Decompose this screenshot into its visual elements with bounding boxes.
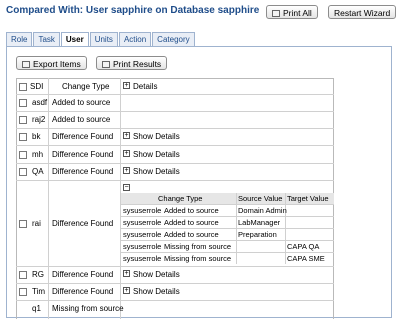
tab-category[interactable]: Category (152, 32, 195, 46)
subtable-cell-change: Added to source (164, 230, 219, 239)
subtable-header-change-type: Change Type (158, 194, 203, 203)
expand-icon[interactable]: + (123, 270, 130, 277)
subtable-cell-name: sysuserrole (123, 218, 162, 227)
subtable-cell-change: Missing from source (164, 242, 232, 251)
subtable-cell-source: LabManager (238, 218, 281, 227)
row-change-type: Difference Found (52, 270, 114, 279)
expand-all-icon[interactable]: + (123, 82, 130, 89)
print-all-button[interactable]: Print All (266, 5, 318, 19)
subtable-cell-source: Domain Admin (238, 206, 287, 215)
subtable-row-divider (121, 240, 334, 241)
subtable-header-target-value: Target Value (287, 194, 329, 203)
row-sdi: QA (32, 167, 44, 176)
printer-icon (272, 10, 280, 17)
collapse-icon[interactable]: − (123, 184, 130, 191)
subtable-cell-change: Added to source (164, 218, 219, 227)
expand-icon[interactable]: + (123, 167, 130, 174)
row-change-type: Difference Found (52, 132, 114, 141)
column-header-details: Details (133, 82, 158, 91)
subtable-row-divider (121, 252, 334, 253)
select-all-checkbox[interactable] (19, 83, 27, 91)
row-checkbox[interactable] (19, 271, 27, 279)
row-divider (16, 145, 334, 146)
row-divider (16, 111, 334, 112)
row-change-type: Difference Found (52, 287, 114, 296)
row-checkbox[interactable] (19, 133, 27, 141)
column-header-change-type: Change Type (62, 82, 110, 91)
row-checkbox[interactable] (19, 99, 27, 107)
export-items-button[interactable]: Export Items (16, 56, 87, 70)
row-sdi: asdf (32, 98, 48, 107)
subtable-cell-name: sysuserrole (123, 230, 162, 239)
row-sdi: q1 (32, 304, 41, 313)
tab-task[interactable]: Task (33, 32, 60, 46)
page-title: Compared With: User sapphire on Database… (6, 5, 260, 16)
subtable-cell-target: CAPA SME (287, 254, 325, 263)
row-change-type: Difference Found (52, 150, 114, 159)
row-change-type: Added to source (52, 98, 111, 107)
subtable-cell-change: Added to source (164, 206, 219, 215)
row-divider (16, 300, 334, 301)
tab-role[interactable]: Role (6, 32, 33, 46)
row-checkbox[interactable] (19, 116, 27, 124)
subtable-cell-change: Missing from source (164, 254, 232, 263)
row-checkbox[interactable] (19, 151, 27, 159)
print-results-button[interactable]: Print Results (96, 56, 168, 70)
tab-action[interactable]: Action (118, 32, 152, 46)
show-details-link[interactable]: Show Details (133, 287, 180, 296)
subtable-header-source-value: Source Value (238, 194, 283, 203)
row-checkbox[interactable] (19, 168, 27, 176)
row-sdi: bk (32, 132, 41, 141)
row-divider (16, 180, 334, 181)
subtable-row-divider (121, 228, 334, 229)
show-details-link[interactable]: Show Details (133, 150, 180, 159)
row-change-type: Added to source (52, 115, 111, 124)
row-divider (16, 94, 334, 95)
row-sdi: rai (32, 219, 41, 228)
tab-units[interactable]: Units (89, 32, 118, 46)
subtable-cell-name: sysuserrole (123, 254, 162, 263)
row-divider (16, 128, 334, 129)
expand-icon[interactable]: + (123, 150, 130, 157)
subtable-cell-name: sysuserrole (123, 242, 162, 251)
row-change-type: Difference Found (52, 219, 114, 228)
subtable-cell-name: sysuserrole (123, 206, 162, 215)
row-sdi: raj2 (32, 115, 46, 124)
tab-bar: Role Task User Units Action Category (6, 32, 196, 47)
row-divider (16, 163, 334, 164)
printer-icon (102, 61, 110, 68)
show-details-link[interactable]: Show Details (133, 270, 180, 279)
row-divider (16, 266, 334, 267)
tab-user[interactable]: User (60, 32, 89, 47)
row-sdi: mh (32, 150, 44, 159)
show-details-link[interactable]: Show Details (133, 132, 180, 141)
subtable-cell-source: Preparation (238, 230, 277, 239)
expand-icon[interactable]: + (123, 132, 130, 139)
row-checkbox[interactable] (19, 220, 27, 228)
subtable-row-divider (121, 204, 334, 205)
subtable-row-divider (121, 216, 334, 217)
row-checkbox[interactable] (19, 288, 27, 296)
show-details-link[interactable]: Show Details (133, 167, 180, 176)
row-sdi: RG (32, 270, 44, 279)
subtable-cell-target: CAPA QA (287, 242, 320, 251)
expand-icon[interactable]: + (123, 287, 130, 294)
restart-wizard-button[interactable]: Restart Wizard (328, 5, 397, 19)
column-header-sdi: SDI (30, 82, 44, 91)
row-sdi: Tim (32, 287, 46, 296)
row-change-type: Difference Found (52, 167, 114, 176)
row-divider (16, 283, 334, 284)
row-change-type: Missing from source (52, 304, 124, 313)
export-icon (22, 61, 30, 68)
